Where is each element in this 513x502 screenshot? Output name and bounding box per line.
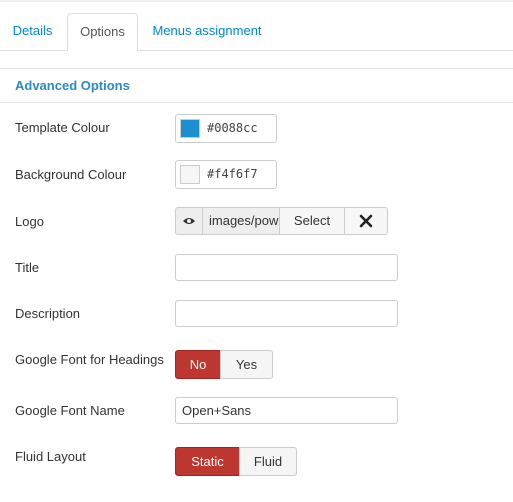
description-label: Description	[15, 306, 81, 321]
template-colour-value: #0088cc	[207, 121, 258, 135]
logo-clear-button[interactable]	[344, 207, 388, 235]
template-colour-picker[interactable]: #0088cc	[175, 114, 277, 143]
title-label: Title	[15, 260, 40, 275]
fluid-layout-label: Fluid Layout	[15, 449, 86, 464]
description-input[interactable]	[175, 300, 398, 327]
logo-path-value: images/powered_by.png	[202, 207, 280, 235]
google-font-headings-label: Google Font for Headings	[15, 352, 164, 367]
top-border	[0, 0, 513, 2]
google-font-name-label: Google Font Name	[15, 403, 125, 418]
tab-details[interactable]: Details	[0, 13, 65, 49]
template-colour-label: Template Colour	[15, 120, 110, 135]
logo-preview-button[interactable]	[175, 207, 203, 235]
logo-label: Logo	[15, 214, 44, 229]
logo-media-field: images/powered_by.png Select	[175, 207, 413, 235]
background-colour-label: Background Colour	[15, 167, 127, 182]
title-input[interactable]	[175, 254, 398, 281]
google-font-headings-no-button[interactable]: No	[175, 350, 221, 379]
tab-menus-assignment[interactable]: Menus assignment	[140, 13, 274, 49]
section-divider-top	[0, 68, 513, 69]
fluid-layout-static-button[interactable]: Static	[175, 447, 240, 476]
google-font-headings-yes-button[interactable]: Yes	[220, 350, 273, 379]
background-colour-picker[interactable]: #f4f6f7	[175, 160, 277, 189]
tab-options[interactable]: Options	[67, 13, 138, 51]
background-colour-value: #f4f6f7	[207, 167, 258, 181]
eye-icon	[183, 218, 195, 224]
close-icon	[359, 214, 373, 228]
section-legend: Advanced Options	[15, 78, 130, 93]
tab-bar: Details Options Menus assignment	[0, 13, 513, 51]
google-font-name-input[interactable]	[175, 397, 398, 424]
template-colour-swatch[interactable]	[180, 119, 200, 138]
section-divider	[0, 102, 513, 103]
logo-select-button[interactable]: Select	[279, 207, 345, 235]
fluid-layout-fluid-button[interactable]: Fluid	[239, 447, 297, 476]
background-colour-swatch[interactable]	[180, 165, 200, 184]
